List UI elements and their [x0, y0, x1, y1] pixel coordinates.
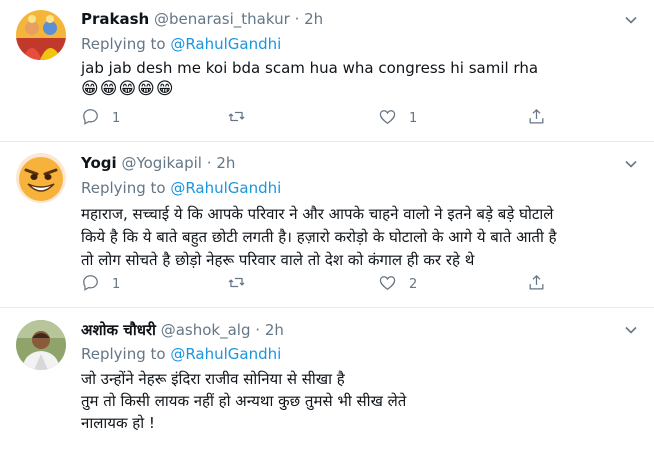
display-name[interactable]: अशोक चौधरी — [81, 321, 156, 339]
reply-count: 1 — [112, 276, 121, 292]
tweet-header: Yogi @Yogikapil · 2h — [81, 154, 235, 172]
reply-button[interactable]: 1 — [81, 107, 120, 129]
tweet-text: जो उन्होंने नेहरू इंदिरा राजीव सोनिया से… — [81, 368, 641, 434]
replying-to-label: Replying to — [81, 345, 171, 363]
retweet-icon — [227, 107, 246, 130]
separator-dot: · — [206, 154, 212, 172]
share-button[interactable] — [527, 273, 546, 295]
replying-to-label: Replying to — [81, 35, 171, 53]
avatar[interactable] — [16, 10, 66, 60]
like-icon — [378, 273, 397, 296]
share-button[interactable] — [527, 107, 546, 129]
tweet-header: Prakash @benarasi_thakur · 2h — [81, 10, 323, 28]
retweet-button[interactable] — [227, 273, 258, 295]
chevron-down-icon[interactable] — [622, 321, 640, 339]
replying-to: Replying to @RahulGandhi — [81, 179, 281, 197]
share-icon — [527, 107, 546, 130]
tweet-header: अशोक चौधरी @ashok_alg · 2h — [81, 320, 284, 340]
tweet-text-line: जो उन्होंने नेहरू इंदिरा राजीव सोनिया से… — [81, 370, 345, 388]
replying-to: Replying to @RahulGandhi — [81, 345, 281, 363]
share-icon — [527, 273, 546, 296]
tweet-text-line: किये है कि ये बाते बहुत छोटी लगती है। हज… — [81, 228, 557, 246]
tweet-text: महाराज, सच्चाई ये कि आपके परिवार ने और आ… — [81, 203, 641, 272]
tweet-text-line: नालायक हो ! — [81, 414, 155, 432]
tweet-actions: 1 2 — [81, 273, 551, 295]
chevron-down-icon[interactable] — [622, 11, 640, 29]
reply-count: 1 — [112, 110, 121, 126]
replying-to: Replying to @RahulGandhi — [81, 35, 281, 53]
like-icon — [378, 107, 397, 130]
separator-dot: · — [294, 10, 300, 28]
reply-icon — [81, 273, 100, 296]
tweet-text-line: तुम तो किसी लायक नहीं हो अन्यथा कुछ तुमस… — [81, 392, 407, 410]
user-handle[interactable]: @benarasi_thakur — [154, 10, 290, 28]
tweet[interactable]: अशोक चौधरी @ashok_alg · 2h Replying to @… — [0, 308, 654, 462]
display-name[interactable]: Yogi — [81, 154, 117, 172]
display-name[interactable]: Prakash — [81, 10, 149, 28]
tweet-emoji: 😁😁😁😁😁 — [81, 79, 175, 99]
like-count: 1 — [409, 110, 418, 126]
mention-link[interactable]: @RahulGandhi — [170, 345, 281, 363]
user-handle[interactable]: @Yogikapil — [121, 154, 202, 172]
timestamp[interactable]: 2h — [216, 154, 235, 172]
tweet-text-line: तो लोग सोचते है छोड़ो नेहरू परिवार वाले … — [81, 251, 475, 269]
like-button[interactable]: 2 — [378, 273, 417, 295]
like-button[interactable]: 1 — [378, 107, 417, 129]
retweet-button[interactable] — [227, 107, 258, 129]
replying-to-label: Replying to — [81, 179, 171, 197]
mention-link[interactable]: @RahulGandhi — [170, 35, 281, 53]
tweet-text-line: महाराज, सच्चाई ये कि आपके परिवार ने और आ… — [81, 205, 554, 223]
mention-link[interactable]: @RahulGandhi — [170, 179, 281, 197]
user-handle[interactable]: @ashok_alg — [161, 321, 251, 339]
like-count: 2 — [409, 276, 418, 292]
timestamp[interactable]: 2h — [304, 10, 323, 28]
tweet[interactable]: Prakash @benarasi_thakur · 2h Replying t… — [0, 0, 654, 142]
tweet-actions: 1 1 — [81, 107, 551, 129]
reply-button[interactable]: 1 — [81, 273, 120, 295]
timestamp[interactable]: 2h — [265, 321, 284, 339]
avatar[interactable] — [16, 320, 66, 370]
separator-dot: · — [255, 321, 261, 339]
reply-icon — [81, 107, 100, 130]
tweet[interactable]: Yogi @Yogikapil · 2h Replying to @RahulG… — [0, 142, 654, 308]
tweet-text-line: jab jab desh me koi bda scam hua wha con… — [81, 59, 539, 77]
avatar[interactable] — [16, 153, 66, 203]
chevron-down-icon[interactable] — [622, 155, 640, 173]
tweet-text: jab jab desh me koi bda scam hua wha con… — [81, 58, 641, 100]
retweet-icon — [227, 273, 246, 296]
